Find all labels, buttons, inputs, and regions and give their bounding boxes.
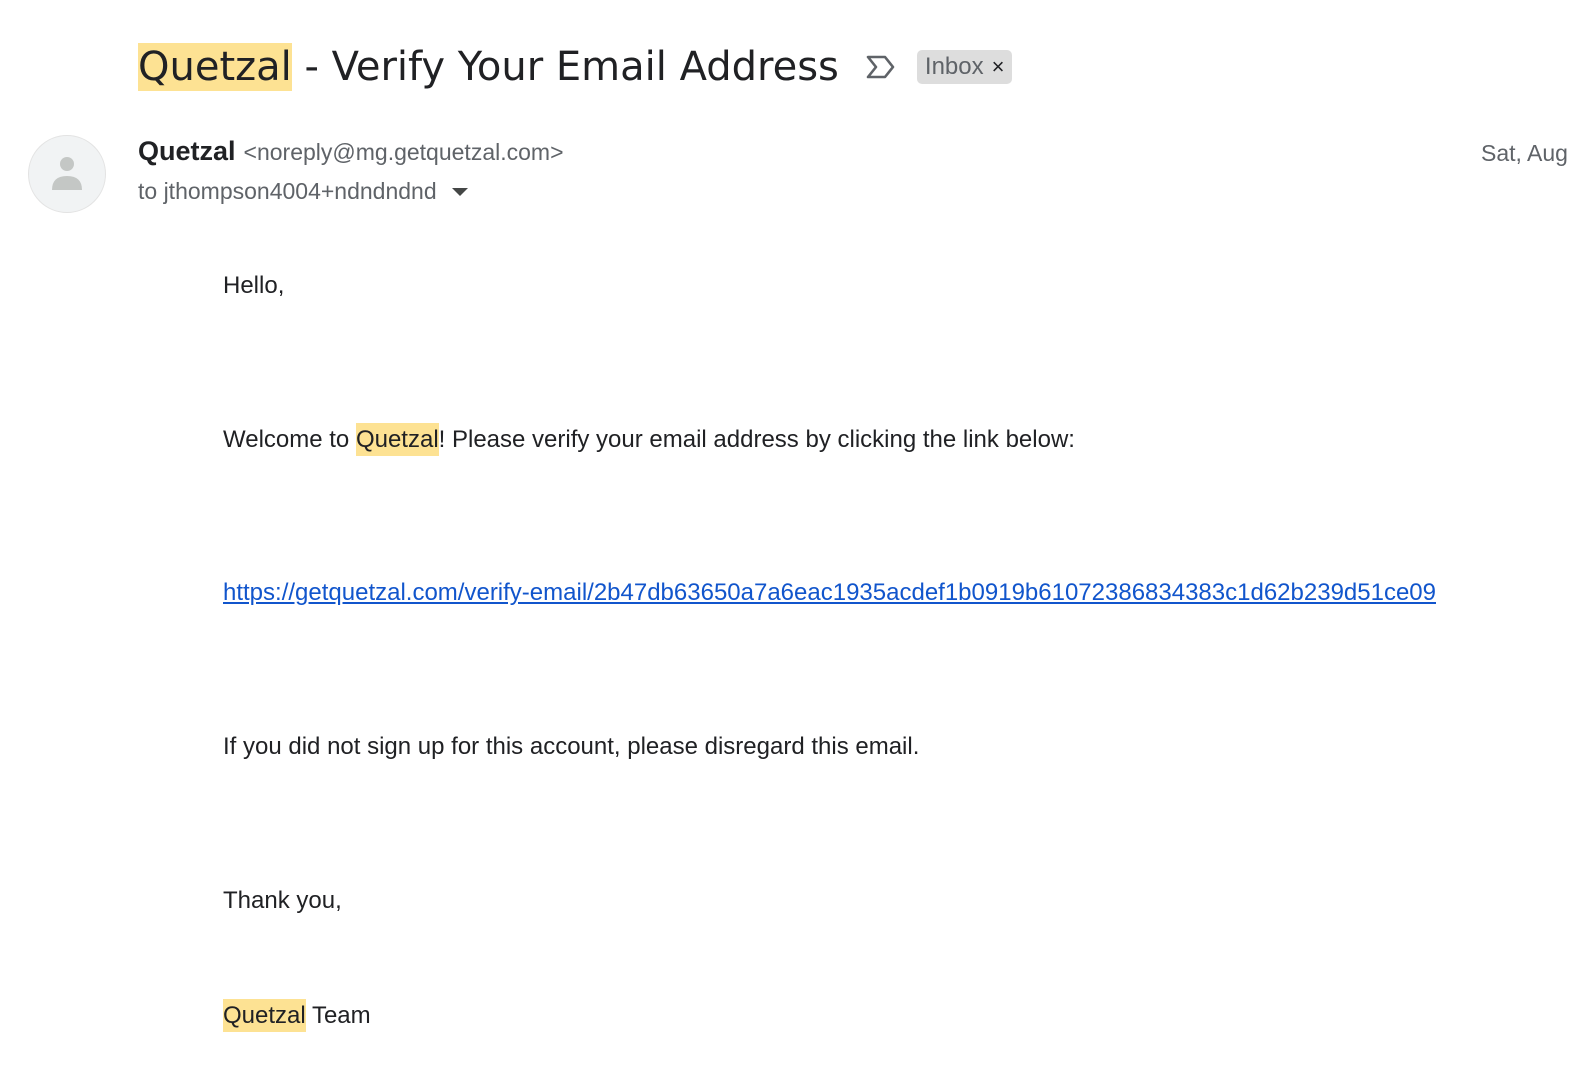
subject-row: Quetzal - Verify Your Email Address Inbo… xyxy=(138,36,1013,98)
welcome-text-before: Welcome to xyxy=(223,426,356,453)
importance-marker-icon[interactable] xyxy=(865,53,897,81)
welcome-search-highlight: Quetzal xyxy=(355,423,439,456)
signature-search-highlight: Quetzal xyxy=(223,999,306,1032)
remove-label-icon[interactable]: × xyxy=(992,56,1005,78)
greeting-paragraph: Hello, xyxy=(223,272,285,299)
recipient-line: to jthompson4004+ndndndnd xyxy=(138,178,471,205)
welcome-text-after: ! Please verify your email address by cl… xyxy=(438,426,1075,453)
inbox-label-chip[interactable]: Inbox × xyxy=(916,50,1013,84)
thanks-paragraph: Thank you, xyxy=(223,887,342,914)
email-subject: Quetzal - Verify Your Email Address xyxy=(138,39,839,95)
welcome-paragraph: Welcome to Quetzal! Please verify your e… xyxy=(223,423,1075,456)
sender-email: <noreply@mg.getquetzal.com> xyxy=(243,139,564,165)
inbox-label-text: Inbox xyxy=(924,53,984,80)
sender-avatar[interactable] xyxy=(28,135,106,213)
recipient-text: to jthompson4004+ndndndnd xyxy=(138,178,437,204)
sender-line: Quetzal <noreply@mg.getquetzal.com> xyxy=(138,136,564,170)
default-avatar-icon xyxy=(52,157,82,190)
signature-paragraph: Quetzal Team xyxy=(223,999,371,1032)
link-paragraph: https://getquetzal.com/verify-email/2b47… xyxy=(223,578,1436,608)
disclaimer-paragraph: If you did not sign up for this account,… xyxy=(223,733,920,760)
dropdown-arrow-icon[interactable] xyxy=(449,181,471,203)
email-date: Sat, Aug xyxy=(1481,140,1568,166)
subject-search-highlight: Quetzal xyxy=(138,43,292,91)
verify-email-link[interactable]: https://getquetzal.com/verify-email/2b47… xyxy=(223,579,1436,606)
subject-text: - Verify Your Email Address xyxy=(291,44,839,90)
sender-name[interactable]: Quetzal xyxy=(138,136,236,167)
signature-text: Team xyxy=(305,1002,371,1029)
